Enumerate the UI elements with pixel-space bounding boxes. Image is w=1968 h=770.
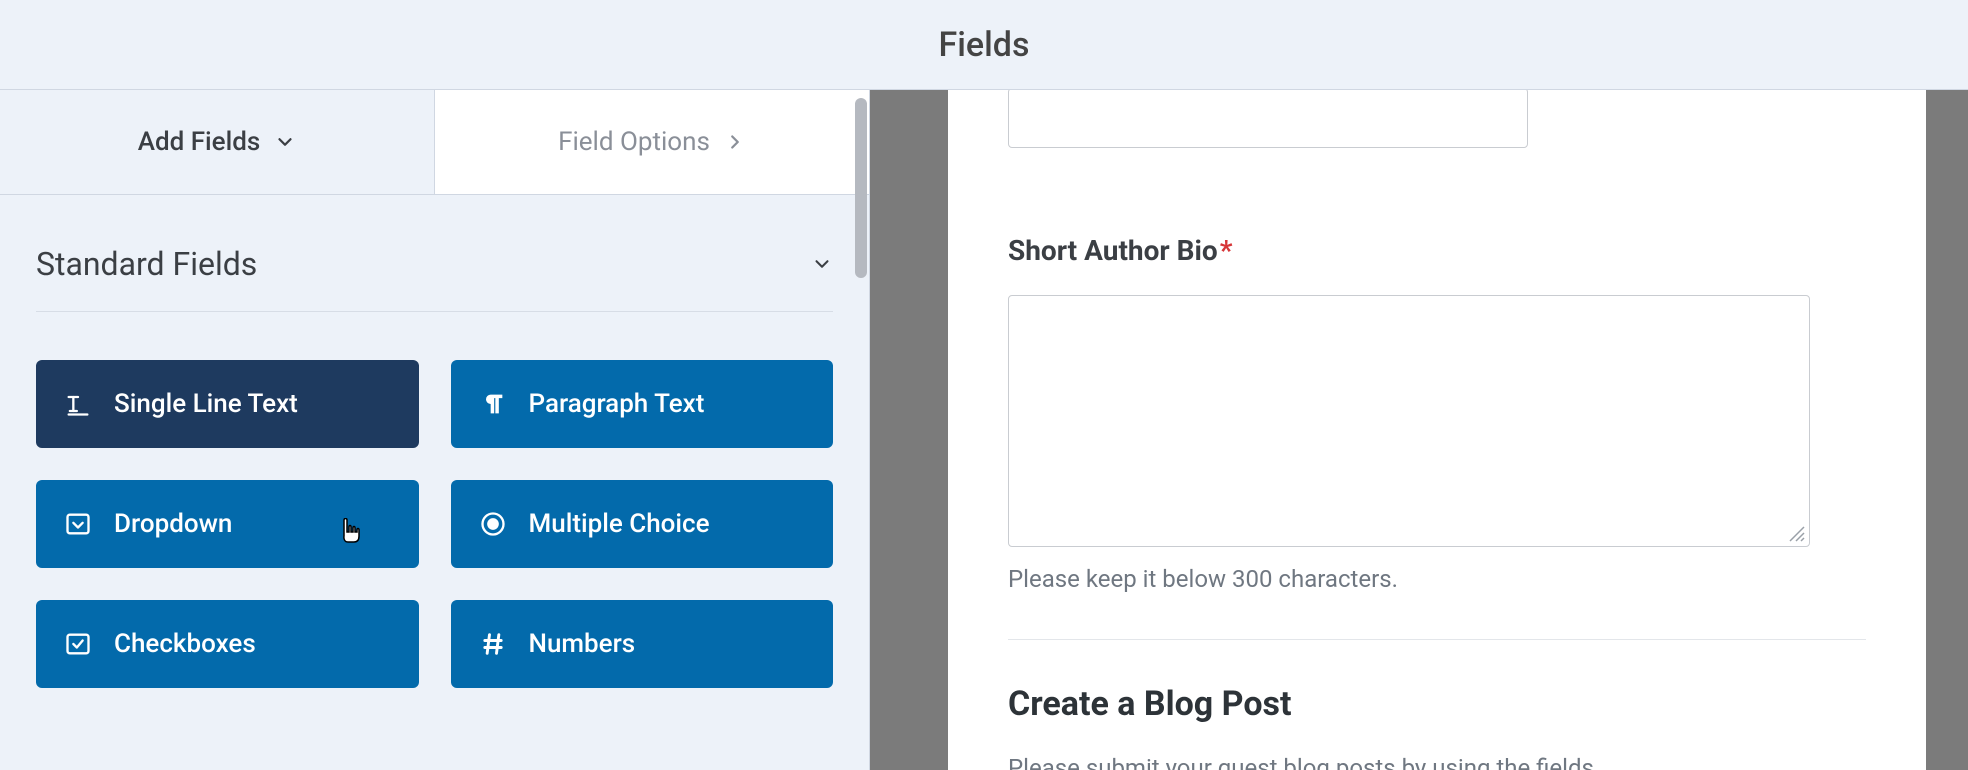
resize-grip-icon[interactable] xyxy=(1787,524,1805,542)
required-marker: * xyxy=(1220,234,1233,267)
field-single-line-text[interactable]: Single Line Text xyxy=(36,360,419,448)
chevron-down-icon xyxy=(274,131,296,153)
section-header[interactable]: Standard Fields xyxy=(36,225,833,312)
sidebar: Add Fields Field Options Standard Fields xyxy=(0,90,870,770)
label-text: Short Author Bio xyxy=(1008,234,1218,267)
text-input[interactable] xyxy=(1008,90,1528,148)
page-title: Fields xyxy=(939,25,1030,65)
field-paragraph-text[interactable]: Paragraph Text xyxy=(451,360,834,448)
tab-field-options-label: Field Options xyxy=(558,127,710,157)
tab-add-fields-label: Add Fields xyxy=(138,127,261,157)
form-preview: Short Author Bio * Please keep it below … xyxy=(948,90,1926,770)
field-grid: Single Line Text Paragraph Text xyxy=(36,360,833,688)
main-content: Add Fields Field Options Standard Fields xyxy=(0,90,1968,770)
text-cursor-icon xyxy=(64,390,92,418)
field-dropdown[interactable]: Dropdown xyxy=(36,480,419,568)
sidebar-body: Standard Fields Single Line Text xyxy=(0,195,869,688)
chevron-right-icon xyxy=(724,131,746,153)
chevron-down-icon xyxy=(811,253,833,275)
field-label: Paragraph Text xyxy=(529,389,705,419)
paragraph-icon xyxy=(479,390,507,418)
section-heading: Create a Blog Post xyxy=(1008,684,1866,724)
page-header: Fields xyxy=(0,0,1968,90)
field-multiple-choice[interactable]: Multiple Choice xyxy=(451,480,834,568)
bio-textarea[interactable] xyxy=(1008,295,1810,547)
divider xyxy=(1008,639,1866,640)
field-checkboxes[interactable]: Checkboxes xyxy=(36,600,419,688)
hash-icon xyxy=(479,630,507,658)
scrollbar[interactable] xyxy=(852,90,870,770)
checkbox-icon xyxy=(64,630,92,658)
radio-icon xyxy=(479,510,507,538)
tab-field-options[interactable]: Field Options xyxy=(434,90,869,194)
field-label: Multiple Choice xyxy=(529,509,710,539)
field-label: Checkboxes xyxy=(114,629,256,659)
dropdown-icon xyxy=(64,510,92,538)
field-label: Dropdown xyxy=(114,509,232,539)
field-label: Single Line Text xyxy=(114,389,298,419)
tab-add-fields[interactable]: Add Fields xyxy=(0,90,434,194)
sidebar-tabs: Add Fields Field Options xyxy=(0,90,869,195)
section-title: Standard Fields xyxy=(36,245,257,283)
preview-area: Short Author Bio * Please keep it below … xyxy=(870,90,1968,770)
field-numbers[interactable]: Numbers xyxy=(451,600,834,688)
helper-text: Please keep it below 300 characters. xyxy=(1008,565,1866,593)
field-label: Numbers xyxy=(529,629,636,659)
section-description: Please submit your guest blog posts by u… xyxy=(1008,754,1866,770)
preview-gutter xyxy=(1926,90,1968,770)
scrollbar-thumb[interactable] xyxy=(855,98,867,278)
preview-gutter xyxy=(870,90,948,770)
field-label-bio: Short Author Bio * xyxy=(1008,234,1866,267)
